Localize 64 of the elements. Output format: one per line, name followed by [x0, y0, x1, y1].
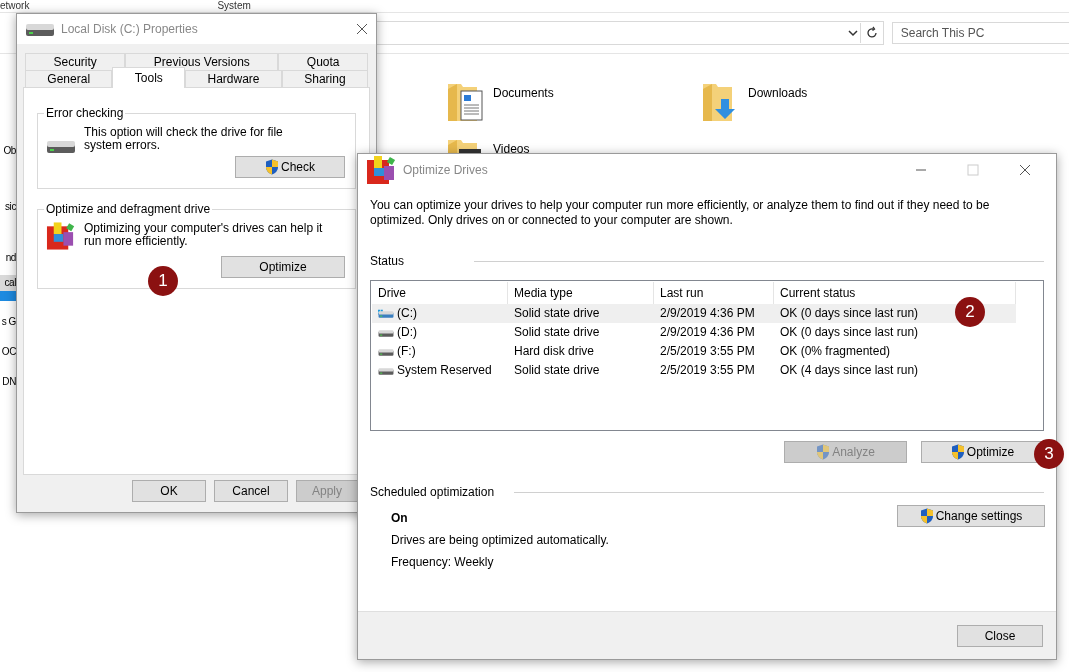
folder-name[interactable]: Videos: [493, 142, 530, 156]
description-text: You can optimize your drives to help your computer run more efficiently, or analyze them to find out if they need to be optimized. Only drives on or connected to your computer are shown.: [370, 198, 991, 228]
shield-icon: [919, 508, 934, 524]
close-button[interactable]: Close: [957, 624, 1043, 647]
table-cell[interactable]: 2/5/2019 3:55 PM: [654, 342, 774, 361]
table-cell[interactable]: OK (0% fragmented): [774, 342, 1016, 361]
tab[interactable]: Quota: [278, 53, 368, 71]
close-icon[interactable]: [356, 23, 368, 35]
folder-name[interactable]: Documents: [493, 86, 554, 100]
table-cell[interactable]: (D:): [372, 323, 508, 342]
dialog-button[interactable]: OK: [132, 480, 206, 502]
table-cell[interactable]: 2/9/2019 4:36 PM: [654, 323, 774, 342]
table-cell[interactable]: Solid state drive: [508, 304, 654, 323]
sidebar-item[interactable]: DN: [0, 374, 16, 390]
table-cell[interactable]: (C:): [372, 304, 508, 323]
schedule-summary: Drives are being optimized automatically.: [391, 533, 609, 547]
section-title: Status: [370, 254, 405, 268]
defrag-icon: [366, 154, 397, 186]
schedule-frequency: Frequency: Weekly: [391, 555, 495, 569]
dialog-button[interactable]: Cancel: [214, 480, 288, 502]
group-description: This option will check the drive for file system errors.: [84, 126, 284, 152]
tab[interactable]: Hardware: [185, 70, 282, 88]
folder-document-icon[interactable]: [447, 81, 485, 123]
table-cell[interactable]: 2/9/2019 4:36 PM: [654, 304, 774, 323]
section-title: Scheduled optimization: [370, 485, 495, 499]
callout-badge: 3: [1034, 439, 1064, 469]
shield-icon: [950, 444, 965, 460]
search-field[interactable]: Search This PC: [891, 22, 1069, 44]
table-cell[interactable]: OK (4 days since last run): [774, 361, 1016, 380]
shield-icon: [816, 444, 831, 460]
sidebar-item[interactable]: Ob: [0, 143, 16, 159]
tab[interactable]: Tools: [112, 67, 186, 88]
defrag-icon: [46, 220, 76, 252]
folder-name[interactable]: Downloads: [748, 86, 808, 100]
change-settings-button[interactable]: Change settings: [897, 505, 1045, 527]
table-cell[interactable]: Hard disk drive: [508, 342, 654, 361]
action-button[interactable]: Optimize: [221, 256, 345, 278]
tab[interactable]: Sharing: [281, 70, 368, 88]
sidebar-item[interactable]: OC: [0, 344, 16, 360]
group-description: Optimizing your computer's drives can help it run more efficiently.: [84, 222, 324, 248]
table-cell[interactable]: (F:): [372, 342, 508, 361]
tab[interactable]: General: [25, 70, 113, 88]
table-cell[interactable]: 2/5/2019 3:55 PM: [654, 361, 774, 380]
column-header[interactable]: etwork: [0, 0, 30, 12]
sidebar-item[interactable]: cal: [0, 275, 16, 291]
drive-icon: [46, 138, 76, 154]
drive-icon: [25, 21, 55, 37]
schedule-state: On: [391, 511, 409, 525]
sidebar-item[interactable]: sic: [0, 199, 16, 215]
sidebar-item[interactable]: nd: [0, 250, 16, 266]
window-title: Local Disk (C:) Properties: [61, 22, 199, 36]
table-cell[interactable]: Solid state drive: [508, 323, 654, 342]
sidebar-item[interactable]: s G: [0, 314, 16, 330]
system-drive-icon: [378, 307, 394, 320]
selection-bar: [0, 291, 16, 301]
tab[interactable]: Previous Versions: [125, 53, 279, 71]
action-button[interactable]: Check: [235, 156, 345, 178]
table-cell[interactable]: Solid state drive: [508, 361, 654, 380]
column-header[interactable]: System: [217, 0, 251, 12]
window-title: Optimize Drives: [403, 163, 489, 177]
group-title: Error checking: [45, 106, 125, 120]
tab[interactable]: Security: [25, 53, 126, 71]
table-cell[interactable]: System Reserved: [372, 361, 508, 380]
group-title: Optimize and defragment drive: [45, 202, 212, 216]
